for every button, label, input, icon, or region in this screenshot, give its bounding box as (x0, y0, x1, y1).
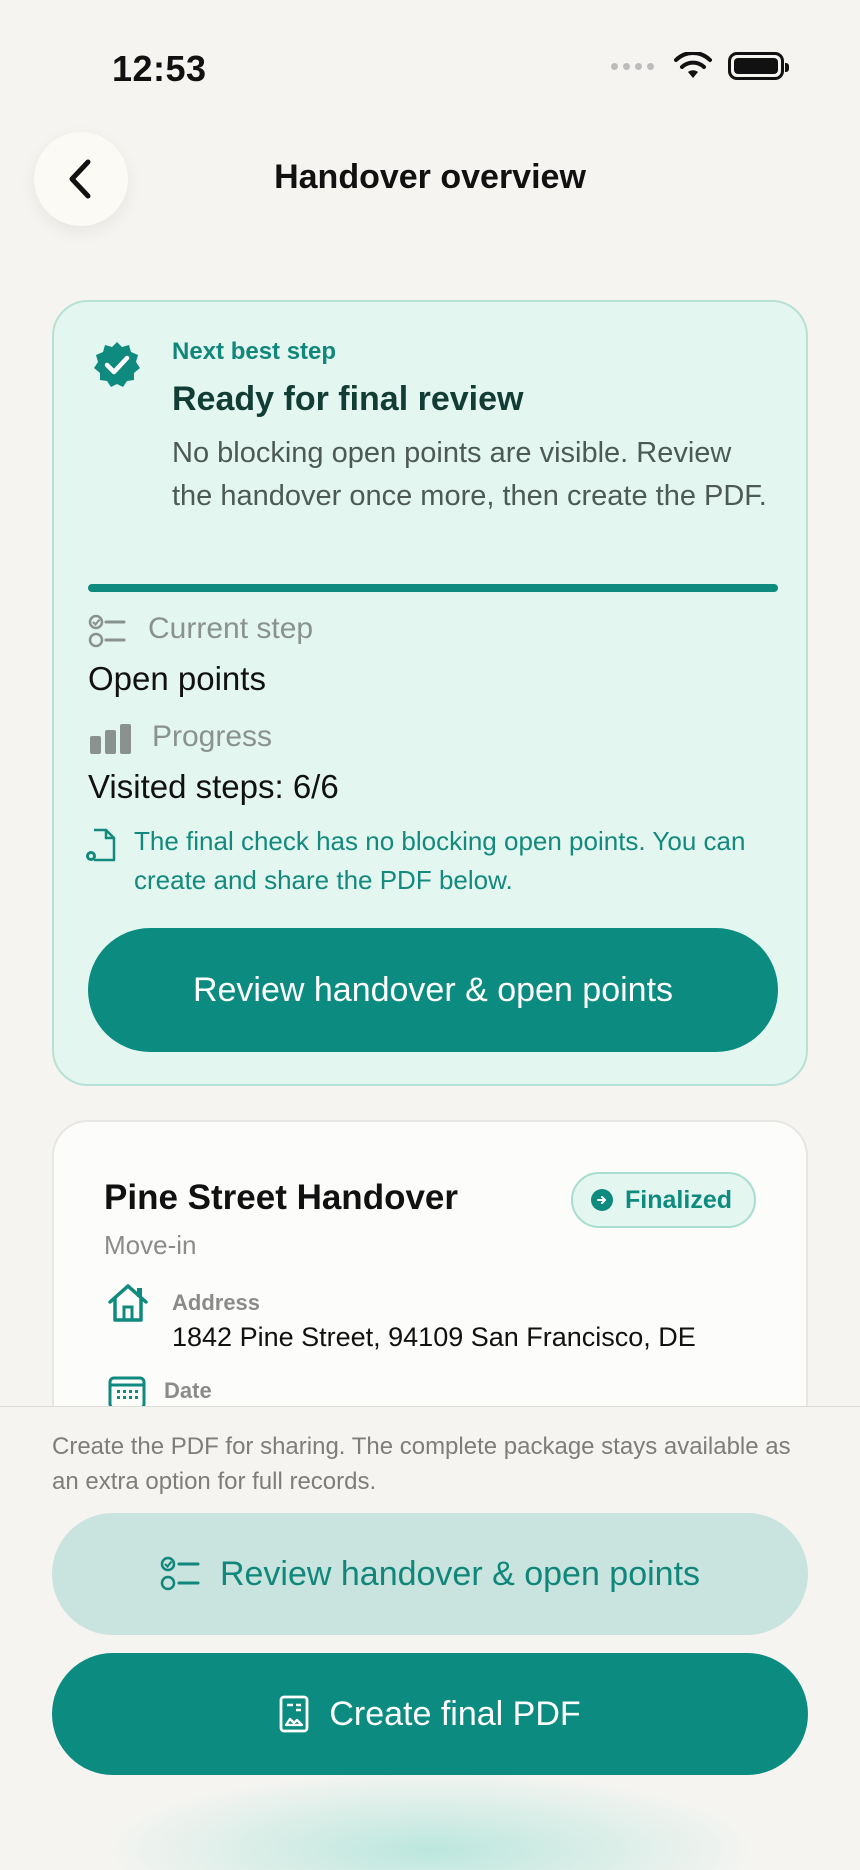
status-time: 12:53 (112, 48, 207, 89)
current-step-value: Open points (88, 660, 266, 697)
home-icon (108, 1284, 148, 1322)
battery-icon (728, 52, 789, 80)
address-value: 1842 Pine Street, 94109 San Francisco, D… (172, 1322, 696, 1352)
progress-value: Visited steps: 6/6 (88, 768, 339, 805)
calendar-icon (108, 1376, 146, 1410)
bottom-note: Create the PDF for sharing. The complete… (52, 1433, 791, 1495)
checklist-icon (88, 614, 126, 648)
final-check-note: The final check has no blocking open poi… (134, 826, 746, 895)
review-handover-button[interactable]: Review handover & open points (88, 928, 778, 1052)
create-final-pdf-label: Create final PDF (329, 1694, 581, 1733)
status-badge: Finalized (571, 1172, 756, 1228)
handover-card[interactable]: Pine Street Handover Finalized Move-in A… (52, 1120, 808, 1450)
verified-seal-icon (94, 342, 140, 387)
signal-dots-icon (611, 62, 654, 70)
current-step-label: Current step (148, 612, 314, 645)
next-step-card: Next best step Ready for final review No… (52, 300, 808, 1086)
handover-type: Move-in (104, 1230, 197, 1260)
create-final-pdf-button[interactable]: Create final PDF (52, 1653, 808, 1775)
progress-label: Progress (152, 720, 273, 753)
bar-chart-icon (90, 724, 131, 754)
checklist-icon (160, 1556, 200, 1591)
date-label: Date (164, 1378, 212, 1403)
wifi-icon (674, 52, 712, 78)
progress-bar (88, 584, 778, 592)
address-label: Address (172, 1290, 261, 1315)
handover-title: Pine Street Handover (104, 1178, 458, 1217)
bottom-glow (100, 1770, 760, 1870)
pdf-document-icon (279, 1695, 309, 1733)
document-gear-icon (86, 828, 116, 862)
next-step-title: Ready for final review (172, 380, 524, 418)
status-bar: 12:53 (0, 0, 860, 130)
arrow-right-circle-icon (591, 1189, 614, 1211)
status-badge-label: Finalized (625, 1185, 732, 1214)
bottom-action-panel: Create the PDF for sharing. The complete… (0, 1406, 860, 1870)
page-title: Handover overview (274, 158, 586, 196)
next-step-eyebrow: Next best step (172, 338, 337, 365)
status-icons (611, 52, 789, 80)
review-handover-secondary-label: Review handover & open points (219, 1554, 701, 1593)
next-step-description: No blocking open points are visible. Rev… (172, 437, 767, 512)
review-handover-secondary-button[interactable]: Review handover & open points (52, 1513, 808, 1635)
